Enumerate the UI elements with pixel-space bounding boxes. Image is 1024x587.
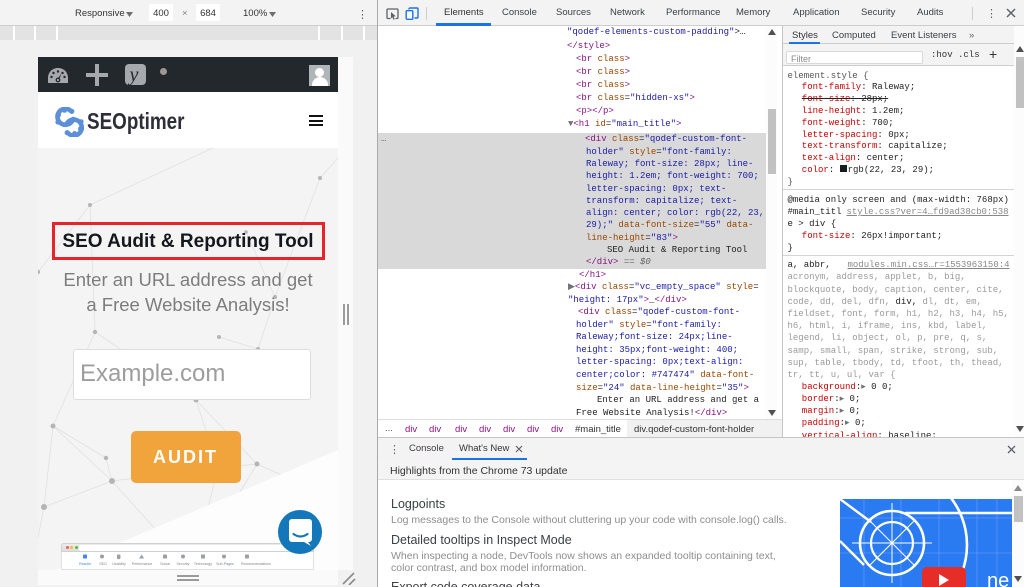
svg-text:Recommendations: Recommendations xyxy=(241,562,271,566)
svg-text:Technology: Technology xyxy=(194,562,212,566)
svg-text:ne: ne xyxy=(987,570,1009,587)
svg-text:Performance: Performance xyxy=(132,562,153,566)
svg-text:y: y xyxy=(128,64,139,86)
svg-text:Social: Social xyxy=(160,562,170,566)
svg-text:Sub-Pages: Sub-Pages xyxy=(216,562,234,566)
svg-text:Security: Security xyxy=(177,562,190,566)
svg-text:Results: Results xyxy=(79,562,91,566)
svg-text:Usability: Usability xyxy=(112,562,126,566)
svg-text:SEO: SEO xyxy=(99,562,107,566)
